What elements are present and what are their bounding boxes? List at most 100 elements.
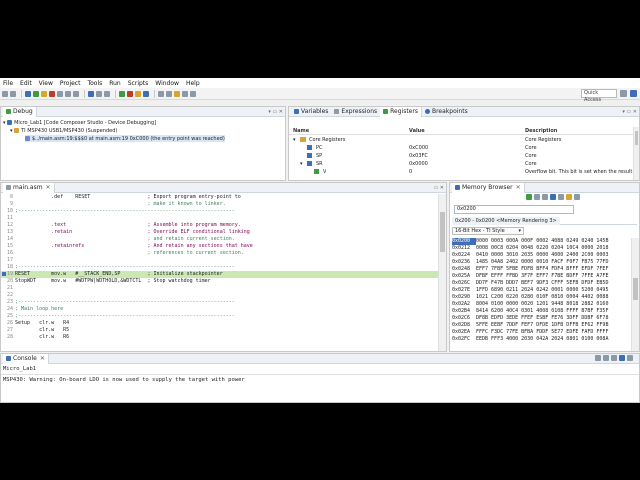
tree-item-launch[interactable]: ▾ Micro_Lab1 [Code Composer Studio - Dev…: [3, 119, 156, 126]
menu-run[interactable]: Run: [109, 80, 121, 87]
menu-edit[interactable]: Edit: [20, 80, 32, 87]
tab-expressions[interactable]: Expressions: [331, 107, 380, 117]
quick-access-input[interactable]: Quick Access: [581, 89, 617, 103]
debug-icon[interactable]: [25, 90, 31, 97]
pin-icon[interactable]: [558, 194, 564, 200]
stop-icon[interactable]: [127, 90, 133, 97]
terminate-icon[interactable]: [49, 90, 55, 97]
suspend-icon[interactable]: [41, 90, 47, 97]
registers-scrollbar[interactable]: [633, 127, 639, 180]
menu-window[interactable]: Window: [155, 80, 179, 87]
new-tab-icon[interactable]: [550, 194, 556, 200]
build-icon[interactable]: [135, 90, 141, 97]
menu-help[interactable]: Help: [186, 80, 200, 87]
new-icon[interactable]: [2, 90, 8, 97]
current-line: 19 RESET mov.w #__STACK_END,SP ; Initiali…: [1, 271, 438, 278]
view-menu-icon[interactable]: ▾ ▭ ✕: [622, 109, 637, 115]
export-icon[interactable]: [542, 194, 548, 200]
menu-project[interactable]: Project: [60, 80, 81, 87]
registers-icon: [383, 109, 389, 114]
toolbar-separator: [84, 89, 85, 98]
step-return-icon[interactable]: [73, 90, 79, 97]
watch-icon[interactable]: [566, 194, 572, 200]
collapse-icon[interactable]: ▾: [300, 161, 303, 167]
table-row[interactable]: SP 0x03FC Core: [289, 152, 639, 160]
close-icon[interactable]: ✕: [40, 355, 45, 362]
resume-icon[interactable]: [33, 90, 39, 97]
memory-row: 0x0212 0008 00C8 0204 0048 0220 0204 10C4…: [452, 245, 609, 251]
launch-icon: [7, 120, 13, 125]
scrollbar-thumb[interactable]: [440, 212, 445, 252]
table-row[interactable]: PC 0xC000 Core: [289, 144, 639, 152]
tab-console[interactable]: Console ✕: [3, 354, 49, 364]
forward-icon[interactable]: [190, 90, 196, 97]
column-name[interactable]: Name: [293, 128, 309, 134]
console-divider: [1, 374, 639, 375]
table-row[interactable]: ▾ Core Registers Core Registers: [289, 136, 639, 144]
collapse-icon[interactable]: ▾: [293, 137, 296, 143]
close-icon[interactable]: ✕: [516, 184, 521, 191]
code-line: 24; Main loop here: [6, 306, 64, 312]
menu-scripts[interactable]: Scripts: [128, 80, 149, 87]
memory-grid[interactable]: 0x0200 0000 0003 000A 000F 0002 4088 0249…: [450, 238, 631, 351]
perspective-edit-icon[interactable]: [620, 90, 627, 97]
perspective-debug-icon[interactable]: [630, 90, 637, 97]
run-icon[interactable]: [119, 90, 125, 97]
tab-breakpoints[interactable]: Breakpoints: [422, 107, 471, 117]
code-line: 11: [6, 215, 13, 221]
table-row[interactable]: V 0 Overflow bit. This bit is set when t…: [289, 168, 639, 176]
menu-view[interactable]: View: [39, 80, 53, 87]
restart-icon[interactable]: [88, 90, 94, 97]
pin-console-icon[interactable]: [611, 355, 617, 361]
tab-variables[interactable]: Variables: [291, 107, 331, 117]
view-menu-icon[interactable]: ▾ ▭ ✕: [268, 109, 283, 115]
memory-address-input[interactable]: 0x0200: [454, 205, 574, 214]
reset-icon[interactable]: [96, 90, 102, 97]
search-icon[interactable]: [158, 90, 164, 97]
memory-rendering-tabbar: 0x200 - 0x0200 <Memory Rendering 3>: [452, 217, 637, 225]
code-line: 13 .retain ; Override ELF conditional li…: [6, 229, 250, 235]
file-icon: [6, 185, 11, 190]
save-icon[interactable]: [10, 90, 16, 97]
memory-row: 0x0248 EFF7 7FBF 5FBE FDFB BFF4 FDF4 BFFF…: [452, 266, 609, 272]
tab-debug[interactable]: Debug: [3, 107, 37, 117]
view-menu-icon[interactable]: [627, 355, 633, 361]
tab-memory-rendering[interactable]: 0x200 - 0x0200 <Memory Rendering 3>: [452, 217, 560, 225]
registers-header: Name Value Description: [289, 127, 639, 135]
next-annotation-icon[interactable]: [174, 90, 180, 97]
import-icon[interactable]: [534, 194, 540, 200]
code-area[interactable]: 8 .def RESET ; Export program entry-poin…: [1, 194, 438, 351]
back-icon[interactable]: [182, 90, 188, 97]
editor-tabbar: main.asm ✕: [1, 183, 446, 193]
main-toolbar: Quick Access: [0, 88, 640, 103]
display-console-icon[interactable]: [619, 355, 625, 361]
column-description[interactable]: Description: [525, 128, 557, 134]
step-into-icon[interactable]: [57, 90, 63, 97]
scrollbar-thumb[interactable]: [633, 278, 638, 300]
tree-item-target[interactable]: ▾ TI MSP430 USB1/MSP430 (Suspended): [10, 127, 117, 134]
memory-scrollbar[interactable]: [631, 238, 639, 351]
code-line: 20 StopWDT mov.w #WDTPW|WDTHOLD,&WDTCTL ;…: [6, 278, 211, 284]
tab-main-asm[interactable]: main.asm ✕: [3, 183, 55, 193]
tab-registers[interactable]: Registers: [380, 107, 422, 117]
step-over-icon[interactable]: [65, 90, 71, 97]
flash-icon[interactable]: [143, 90, 149, 97]
column-value[interactable]: Value: [409, 128, 425, 134]
breakpoints-icon: [424, 109, 430, 114]
refresh-memory-icon[interactable]: [526, 194, 532, 200]
scrollbar-thumb[interactable]: [635, 131, 638, 145]
tab-memory-browser[interactable]: Memory Browser ✕: [452, 183, 525, 193]
clear-console-icon[interactable]: [595, 355, 601, 361]
close-icon[interactable]: ✕: [46, 184, 51, 191]
refresh-icon[interactable]: [166, 90, 172, 97]
scroll-lock-icon[interactable]: [603, 355, 609, 361]
load-icon[interactable]: [104, 90, 110, 97]
tree-item-stackframe[interactable]: $../main.asm:19:$$$0 at main.asm:19 0xC0…: [25, 135, 225, 142]
memory-format-select[interactable]: 16-Bit Hex - TI Style ▾: [452, 227, 524, 235]
view-menu-icon[interactable]: ▭ ✕: [433, 185, 444, 191]
menu-tools[interactable]: Tools: [87, 80, 102, 87]
view-menu-icon[interactable]: [574, 194, 580, 200]
table-row[interactable]: ▾ SR 0x0000 Core: [289, 160, 639, 168]
menu-file[interactable]: File: [3, 80, 13, 87]
editor-scrollbar[interactable]: [438, 194, 446, 351]
